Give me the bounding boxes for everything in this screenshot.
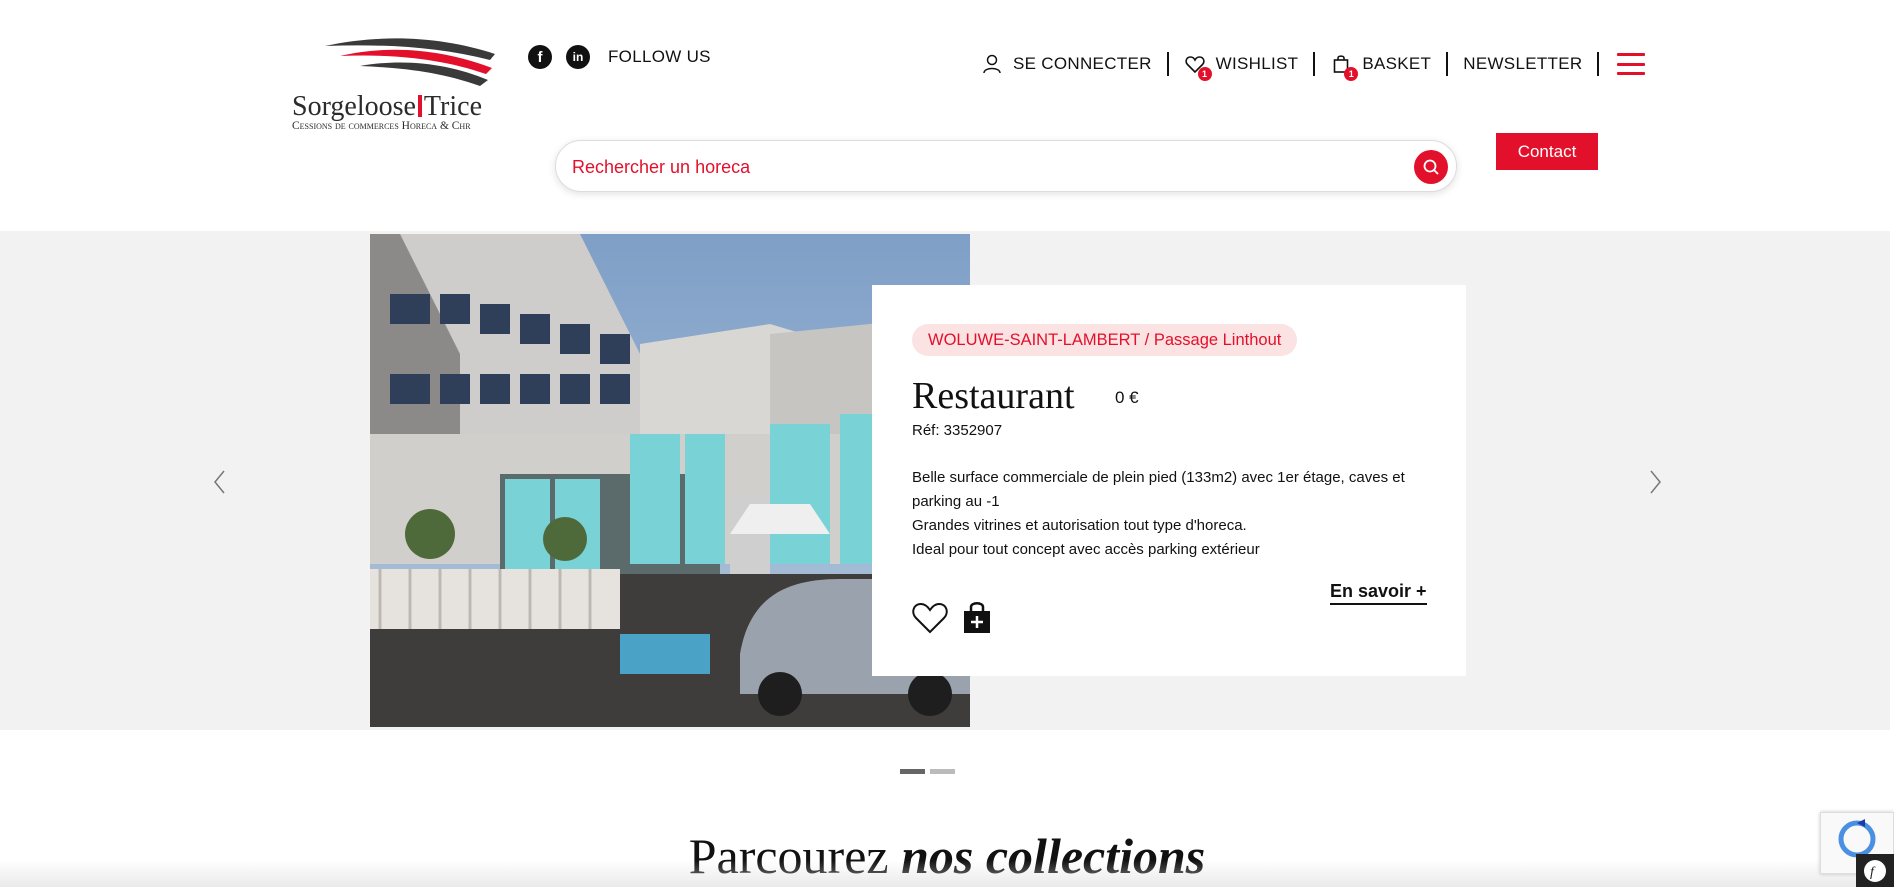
contact-button[interactable]: Contact (1496, 133, 1598, 170)
basket-count-badge: 1 (1344, 67, 1359, 81)
heart-icon: 1 (1184, 53, 1212, 81)
login-label: SE CONNECTER (1013, 54, 1152, 73)
wishlist-count-badge: 1 (1197, 67, 1212, 81)
listing-reference: Réf: 3352907 (912, 422, 1003, 439)
featured-slider: WOLUWE-SAINT-LAMBERT / Passage Linthout … (0, 231, 1890, 730)
wishlist-label: WISHLIST (1215, 54, 1299, 73)
listing-actions (912, 601, 992, 635)
slider-pagination (900, 769, 955, 774)
facebook-icon[interactable]: f (528, 45, 552, 69)
search-input[interactable] (572, 151, 1392, 183)
search-bar (555, 140, 1457, 192)
listing-description: Belle surface commerciale de plein pied … (912, 466, 1412, 562)
logo-swoosh-icon (325, 38, 495, 86)
login-link[interactable]: SE CONNECTER (981, 52, 1169, 76)
hamburger-menu-icon[interactable] (1617, 53, 1646, 75)
basket-label: BASKET (1362, 54, 1432, 73)
linkedin-icon[interactable]: in (566, 45, 590, 69)
description-line: Ideal pour tout concept avec accès parki… (912, 541, 1260, 558)
symfony-toolbar-icon[interactable]: f (1856, 854, 1894, 887)
search-button[interactable] (1414, 150, 1448, 184)
user-icon (981, 53, 1003, 75)
chevron-left-icon[interactable] (210, 467, 230, 497)
basket-link[interactable]: 1 BASKET (1315, 52, 1449, 81)
location-pill[interactable]: WOLUWE-SAINT-LAMBERT / Passage Linthout (912, 324, 1298, 356)
add-to-wishlist-heart-icon[interactable] (912, 602, 948, 634)
site-header: Sorgeloose Trice Cessions de commerces Ho… (0, 0, 1894, 231)
bottom-shadow (0, 860, 1894, 887)
add-to-basket-bag-icon[interactable] (962, 601, 992, 635)
description-line: Grandes vitrines et autorisation tout ty… (912, 517, 1247, 534)
wishlist-link[interactable]: 1 WISHLIST (1169, 52, 1316, 81)
more-info-link[interactable]: En savoir + (1330, 581, 1427, 605)
search-icon (1423, 159, 1439, 175)
listing-title: Restaurant (912, 375, 1075, 417)
brand-tagline: Cessions de commerces Horeca & Chr (292, 120, 471, 132)
description-line: Belle surface commerciale de plein pied … (912, 469, 1405, 510)
social-links: f in FOLLOW US (528, 45, 711, 69)
follow-us-label: FOLLOW US (608, 47, 711, 66)
top-navigation: SE CONNECTER 1 WISHLIST 1 BASKET NEWSLET… (981, 50, 1646, 81)
slider-dot-2[interactable] (930, 769, 955, 774)
listing-price: 0 € (1115, 388, 1139, 407)
brand-logo[interactable]: Sorgeloose Trice Cessions de commerces Ho… (290, 36, 515, 136)
shopping-bag-icon: 1 (1330, 53, 1359, 81)
newsletter-link[interactable]: NEWSLETTER (1448, 52, 1600, 76)
slider-dot-1[interactable] (900, 769, 925, 774)
listing-card: WOLUWE-SAINT-LAMBERT / Passage Linthout … (872, 285, 1466, 676)
chevron-right-icon[interactable] (1645, 467, 1665, 497)
newsletter-label: NEWSLETTER (1463, 54, 1583, 73)
brand-name: Sorgeloose Trice (292, 91, 482, 122)
